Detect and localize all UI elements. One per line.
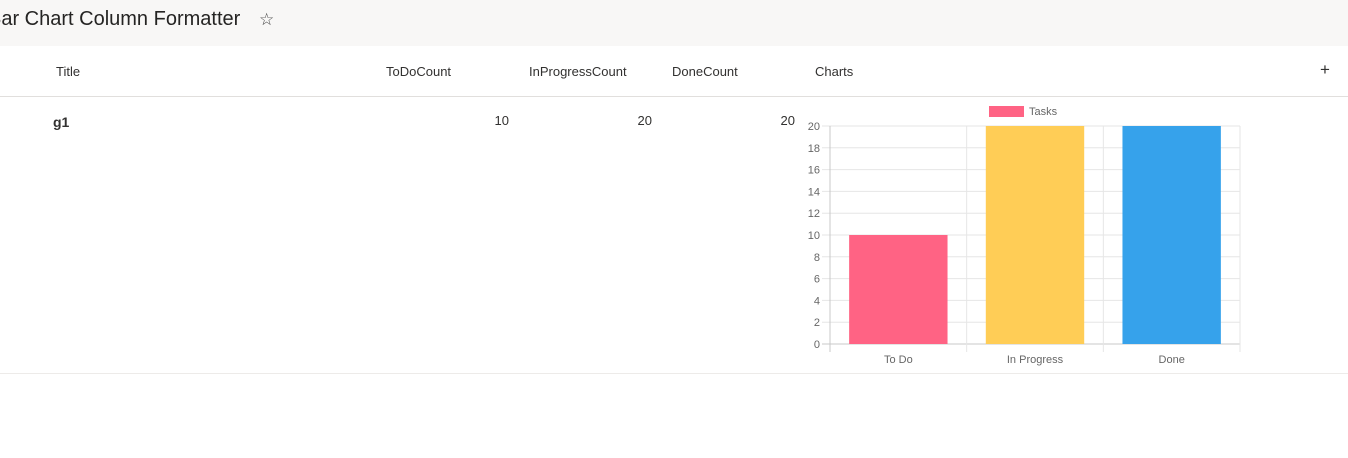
y-tick-label: 8: [814, 252, 820, 264]
row-inprogresscount-cell: 20: [637, 113, 652, 128]
column-header-inprogresscount[interactable]: InProgressCount: [529, 64, 627, 79]
chart-legend[interactable]: Tasks: [989, 106, 1058, 118]
y-tick-label: 18: [808, 143, 820, 155]
y-tick-label: 6: [814, 274, 820, 286]
row-todocount-cell: 10: [494, 113, 509, 128]
y-tick-label: 4: [814, 295, 820, 307]
column-header-todocount[interactable]: ToDoCount: [386, 64, 451, 79]
list-header-row: Title ToDoCount InProgressCount DoneCoun…: [0, 46, 1348, 97]
y-tick-label: 2: [814, 317, 820, 329]
legend-label-tasks: Tasks: [1029, 106, 1058, 118]
x-tick-label: Done: [1159, 354, 1185, 366]
column-header-charts[interactable]: Charts: [815, 64, 853, 79]
more-options-icon[interactable]: ⋮: [1342, 60, 1348, 77]
bar-in-progress[interactable]: [985, 126, 1085, 344]
column-header-title[interactable]: Title: [56, 64, 80, 79]
y-tick-label: 14: [808, 186, 820, 198]
add-column-icon[interactable]: +: [1320, 60, 1330, 80]
y-tick-label: 20: [808, 121, 820, 133]
y-tick-label: 16: [808, 165, 820, 177]
y-tick-label: 12: [808, 208, 820, 220]
y-tick-label: 0: [814, 339, 820, 351]
page-title: Bar Chart Column Formatter: [0, 8, 241, 30]
row-donecount-cell: 20: [780, 113, 795, 128]
x-tick-label: To Do: [884, 354, 913, 366]
y-tick-label: 10: [808, 230, 820, 242]
legend-swatch-tasks: [989, 106, 1024, 117]
row-title-cell[interactable]: g1: [53, 114, 69, 130]
bar-done[interactable]: [1122, 126, 1221, 344]
tasks-bar-chart: Tasks 0 2 4 6 8 10 12 14 16 18 20 To Do In Progress…: [808, 106, 1241, 366]
x-tick-label: In Progress: [1007, 354, 1064, 366]
column-header-donecount[interactable]: DoneCount: [672, 64, 738, 79]
page-header: Bar Chart Column Formatter ☆: [0, 0, 1348, 46]
bar-to-do[interactable]: [849, 235, 948, 344]
favorite-star-icon[interactable]: ☆: [259, 10, 274, 30]
